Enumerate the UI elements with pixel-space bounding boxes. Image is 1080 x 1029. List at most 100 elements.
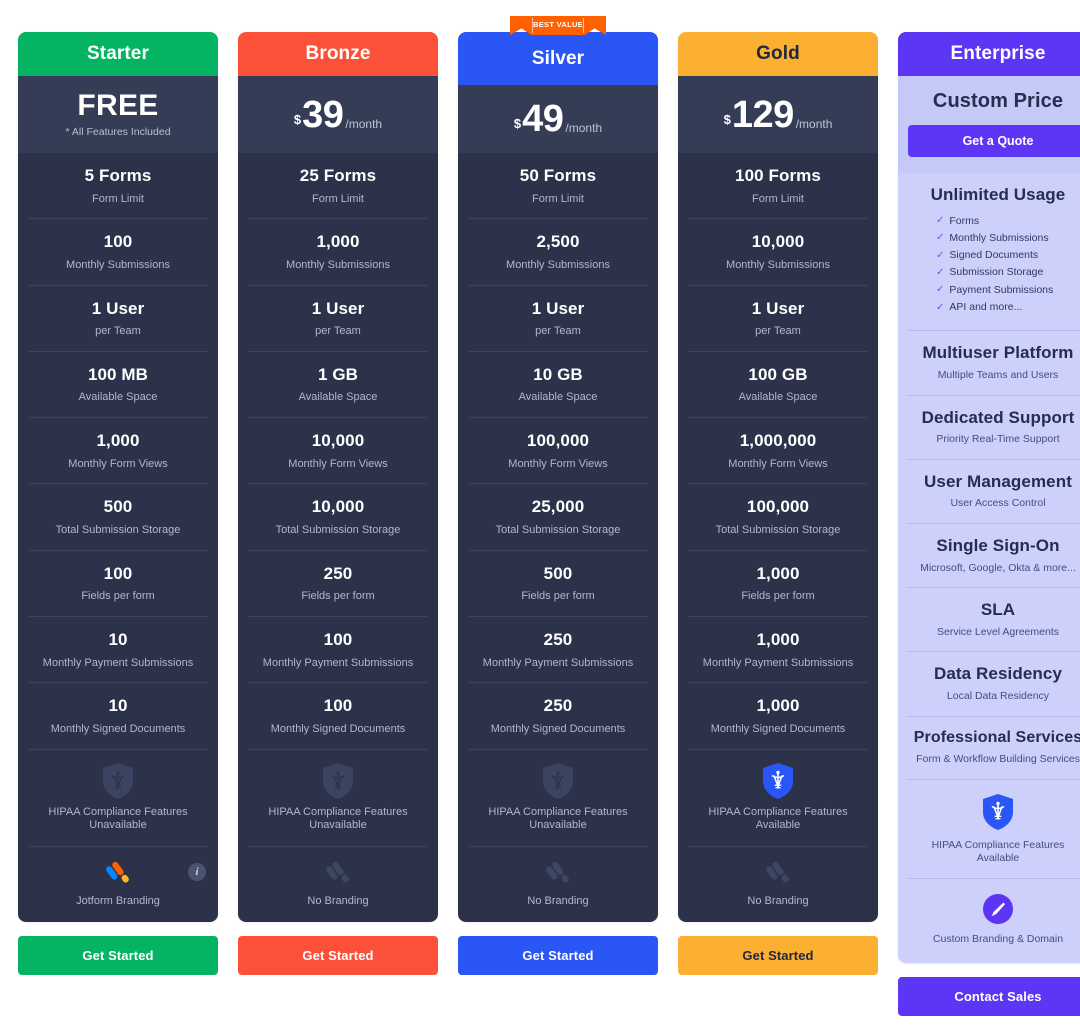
feature-row: 1 GB Available Space (248, 350, 428, 417)
feature-row: 500 Fields per form (468, 549, 648, 616)
feature-value: 100,000 (526, 431, 590, 451)
feature-label: Form Limit (312, 192, 364, 205)
feature-value: 100 (103, 563, 133, 583)
feature-row: 1 User per Team (248, 284, 428, 351)
feature-value: 1,000,000 (739, 431, 817, 451)
plan-card-silver: Silver $ 49 /month 50 Forms Form Limit 2,… (458, 32, 658, 922)
feature-row: 250 Monthly Payment Submissions (468, 616, 648, 682)
get-started-button-starter[interactable]: Get Started (18, 935, 218, 975)
plan-name: Gold (756, 43, 800, 64)
enterprise-label: Local Data Residency (946, 689, 1050, 702)
feature-value: 1 User (531, 298, 585, 318)
hipaa-row: HIPAA Compliance Features Unavailable (28, 748, 208, 847)
feature-row: 250 Fields per form (248, 549, 428, 616)
contact-sales-button[interactable]: Contact Sales (898, 976, 1080, 1016)
feature-row: 100 Forms Form Limit (688, 153, 868, 218)
feature-row: 1,000,000 Monthly Form Views (688, 417, 868, 483)
feature-value: 10,000 (311, 497, 365, 517)
enterprise-label: Microsoft, Google, Okta & more... (920, 561, 1076, 574)
feature-label: Fields per form (521, 590, 595, 603)
enterprise-hipaa-label: HIPAA Compliance Features Available (931, 838, 1065, 865)
branding-row: No Branding (468, 846, 648, 922)
feature-value: 100 (103, 232, 133, 252)
list-item: ✓ Payment Submissions (936, 282, 1080, 299)
price-amount: FREE (77, 89, 159, 122)
list-item: ✓ Signed Documents (936, 247, 1080, 264)
branding-row: No Branding (248, 846, 428, 922)
feature-value: 250 (543, 696, 573, 716)
feature-label: Total Submission Storage (55, 524, 181, 537)
price-period: /month (795, 116, 833, 131)
check-icon: ✓ (936, 214, 945, 226)
get-started-button-gold[interactable]: Get Started (678, 935, 878, 975)
enterprise-value: Dedicated Support (921, 407, 1075, 427)
enterprise-row: Multiuser Platform Multiple Teams and Use… (908, 330, 1080, 394)
feature-row: 100 Fields per form (28, 549, 208, 616)
price-currency: $ (293, 111, 302, 127)
plan-features-bronze: 25 Forms Form Limit 1,000 Monthly Submissi… (238, 153, 438, 922)
plan-column-enterprise: Enterprise Custom Price Get a Quote Unli… (898, 32, 1080, 1016)
feature-value: 250 (543, 630, 573, 650)
check-icon: ✓ (936, 301, 945, 313)
check-icon: ✓ (936, 249, 945, 261)
price-amount: 129 (731, 93, 794, 136)
enterprise-price-title: Custom Price (932, 90, 1064, 112)
feature-value: 1 GB (317, 364, 359, 384)
check-icon: ✓ (936, 284, 945, 296)
feature-label: Monthly Submissions (726, 258, 830, 271)
plan-name: Enterprise (950, 43, 1046, 64)
plan-column-silver: BEST VALUE Silver $ 49 /month 50 Forms Fo… (458, 16, 658, 975)
plan-card-gold: Gold $ 129 /month 100 Forms Form Limit 10… (678, 32, 878, 922)
feature-value: 1,000 (96, 431, 140, 451)
plan-card-enterprise: Enterprise Custom Price Get a Quote Unli… (898, 32, 1080, 963)
feature-label: Monthly Form Views (288, 457, 388, 470)
feature-row: 50 Forms Form Limit (468, 153, 648, 218)
hipaa-shield-icon (910, 793, 1080, 831)
feature-row: 100,000 Total Submission Storage (688, 483, 868, 549)
hipaa-label: HIPAA Compliance Features Unavailable (488, 805, 628, 832)
feature-value: 100 Forms (735, 166, 821, 185)
price-currency: $ (723, 111, 731, 127)
check-icon: ✓ (936, 232, 945, 244)
price-block-gold: $ 129 /month (678, 76, 878, 153)
feature-row: 1,000 Monthly Form Views (28, 417, 208, 483)
feature-label: Monthly Form Views (68, 457, 168, 470)
feature-value: 10,000 (751, 232, 805, 252)
feature-label: Available Space (738, 391, 818, 404)
branding-label: No Branding (747, 895, 809, 908)
enterprise-value: User Management (924, 471, 1072, 491)
list-item: ✓ Monthly Submissions (936, 230, 1080, 247)
feature-label: Monthly Signed Documents (710, 722, 846, 735)
feature-label: Monthly Signed Documents (270, 722, 406, 735)
feature-label: Monthly Payment Submissions (262, 656, 414, 669)
feature-label: Monthly Signed Documents (490, 722, 626, 735)
branding-row: No Branding (688, 846, 868, 922)
get-a-quote-button[interactable]: Get a Quote (908, 125, 1080, 157)
get-started-button-silver[interactable]: Get Started (458, 935, 658, 975)
feature-row: 500 Total Submission Storage (28, 483, 208, 549)
plan-column-starter: Starter FREE * All Features Included 5 F… (18, 32, 218, 975)
plan-column-bronze: Bronze $ 39 /month 25 Forms Form Limit 1,… (238, 32, 438, 975)
feature-value: 100 MB (87, 364, 149, 384)
feature-row: 1,000 Monthly Signed Documents (688, 682, 868, 748)
enterprise-label: Priority Real-Time Support (936, 433, 1060, 446)
price-block-silver: $ 49 /month (458, 85, 658, 153)
feature-row: 5 Forms Form Limit (28, 153, 208, 218)
feature-value: 5 Forms (84, 166, 152, 185)
feature-label: Monthly Form Views (508, 457, 608, 470)
feature-value: 2,500 (536, 232, 580, 252)
price-block-bronze: $ 39 /month (238, 76, 438, 153)
feature-value: 1,000 (756, 630, 800, 650)
enterprise-row: Single Sign-On Microsoft, Google, Okta & … (908, 522, 1080, 587)
get-started-button-bronze[interactable]: Get Started (238, 935, 438, 975)
feature-value: 1,000 (756, 696, 800, 716)
feature-row: 250 Monthly Signed Documents (468, 682, 648, 748)
list-item-label: Signed Documents (949, 249, 1039, 262)
plan-header-silver: Silver (458, 32, 658, 85)
feature-label: Fields per form (741, 590, 815, 603)
feature-row: 10,000 Monthly Form Views (248, 417, 428, 483)
jotform-logo-icon (252, 859, 424, 889)
list-item-label: API and more... (949, 301, 1023, 314)
check-icon: ✓ (936, 266, 945, 278)
hipaa-shield-icon (32, 762, 204, 800)
